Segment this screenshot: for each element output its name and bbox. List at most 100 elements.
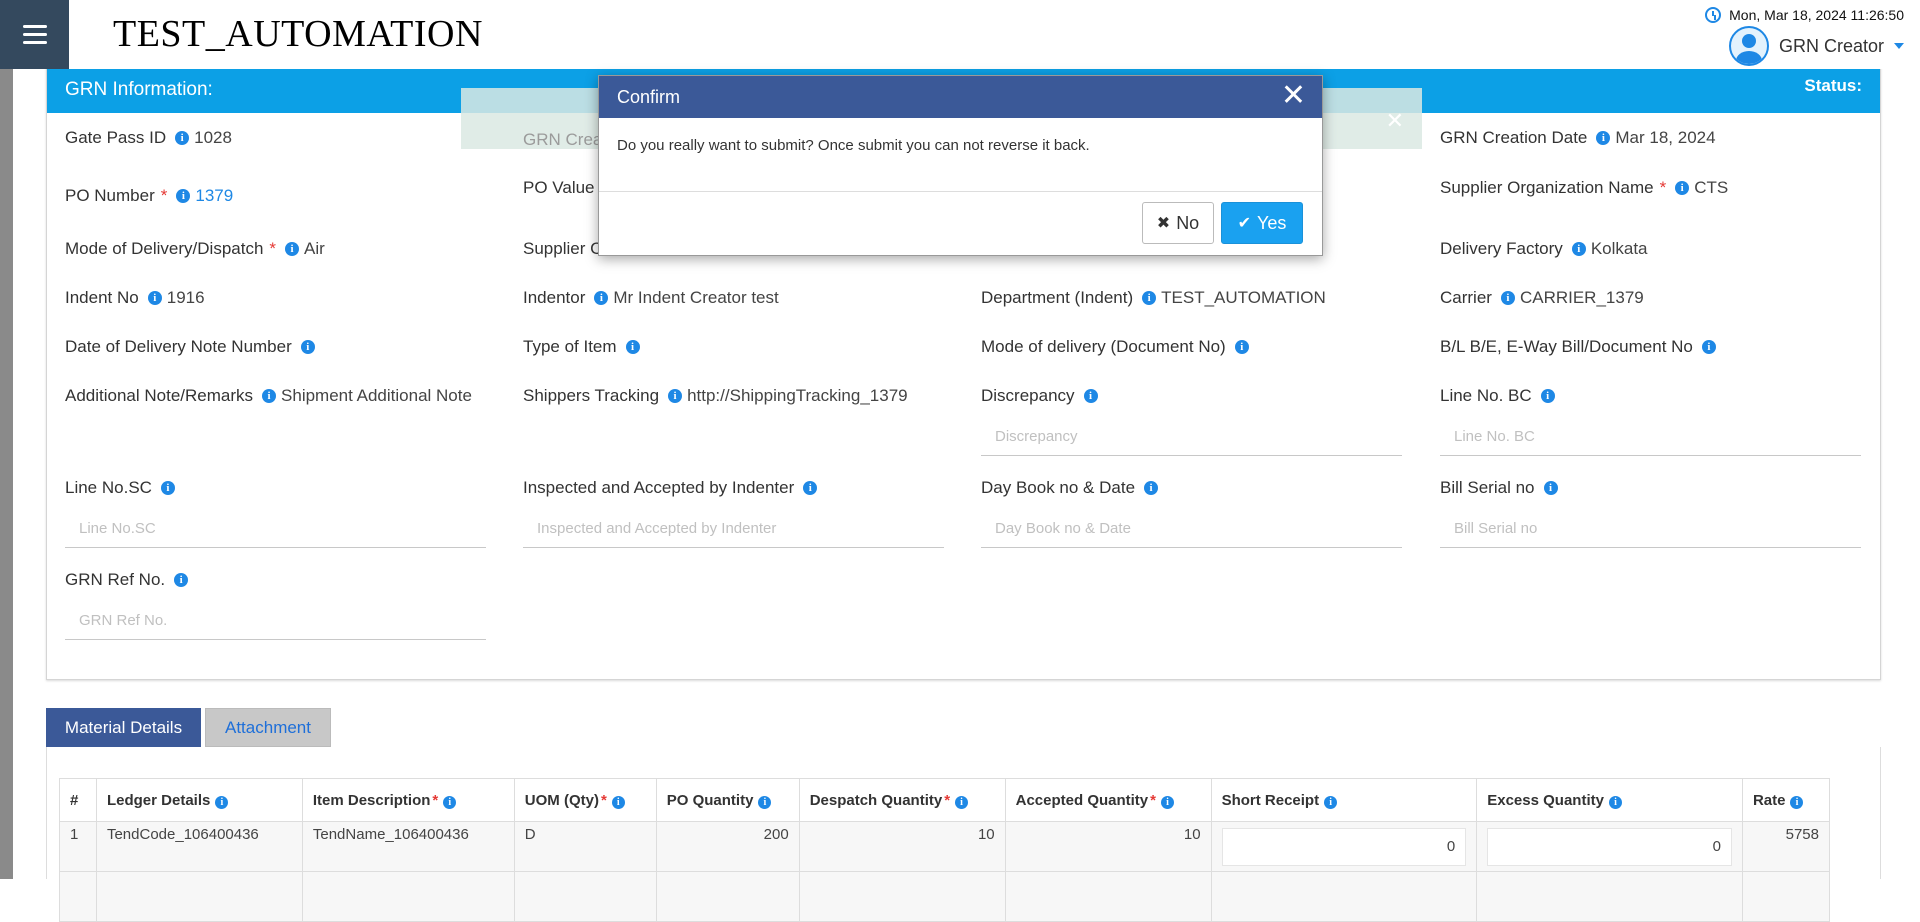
discrepancy-input[interactable]: Discrepancy bbox=[981, 420, 1402, 456]
user-menu[interactable]: GRN Creator bbox=[1728, 26, 1904, 66]
info-icon[interactable]: i bbox=[594, 291, 609, 305]
grn-ref-input[interactable]: GRN Ref No. bbox=[65, 604, 486, 640]
info-icon[interactable]: i bbox=[215, 795, 229, 809]
app-title: TEST_AUTOMATION bbox=[113, 13, 483, 55]
check-icon: ✔ bbox=[1237, 215, 1252, 232]
po-value-field: PO Value bbox=[523, 178, 595, 197]
info-icon[interactable]: i bbox=[758, 795, 772, 809]
close-icon[interactable]: ✕ bbox=[1281, 81, 1306, 111]
tab-attachment[interactable]: Attachment bbox=[205, 708, 331, 747]
cell-uom: D bbox=[513, 821, 657, 872]
info-icon[interactable]: i bbox=[1324, 795, 1338, 809]
line-bc-label: Line No. BC i bbox=[1440, 386, 1560, 406]
required-asterisk: * bbox=[160, 186, 168, 205]
info-icon[interactable]: i bbox=[1701, 340, 1716, 354]
excess-quantity-input[interactable]: 0 bbox=[1487, 828, 1732, 866]
info-icon[interactable]: i bbox=[176, 189, 191, 203]
line-bc-input[interactable]: Line No. BC bbox=[1440, 420, 1861, 456]
info-icon[interactable]: i bbox=[611, 795, 625, 809]
cell-ledger: TendCode_106400436 bbox=[95, 821, 303, 872]
additional-note-field: Additional Note/Remarks i Shipment Addit… bbox=[65, 386, 472, 405]
bill-serial-input[interactable]: Bill Serial no bbox=[1440, 512, 1861, 548]
info-icon[interactable]: i bbox=[668, 389, 683, 403]
cell-accepted: 10 bbox=[1004, 821, 1212, 872]
info-icon[interactable]: i bbox=[1608, 795, 1622, 809]
info-icon[interactable]: i bbox=[1500, 291, 1515, 305]
dialog-header: Confirm ✕ bbox=[599, 76, 1322, 118]
info-icon[interactable]: i bbox=[1675, 181, 1690, 195]
mode-delivery-field: Mode of Delivery/Dispatch * i Air bbox=[65, 239, 325, 258]
info-icon[interactable]: i bbox=[300, 340, 315, 354]
info-icon[interactable]: i bbox=[1540, 389, 1555, 403]
info-icon[interactable]: i bbox=[1142, 291, 1157, 305]
info-icon[interactable]: i bbox=[147, 291, 162, 305]
cell-item: TendName_106400436 bbox=[301, 821, 515, 872]
table-header-row: # Ledger Details i Item Description * i UOM… bbox=[59, 778, 1831, 822]
confirm-dialog: Confirm ✕ Do you really want to submit? … bbox=[598, 75, 1323, 256]
shippers-tracking-field: Shippers Tracking i http://ShippingTrack… bbox=[523, 386, 908, 405]
info-icon[interactable]: i bbox=[625, 340, 640, 354]
col-header: Excess Quantity i bbox=[1476, 778, 1743, 822]
required-asterisk: * bbox=[269, 239, 277, 258]
required-asterisk: * bbox=[1659, 178, 1667, 197]
supplier-c-field: Supplier C bbox=[523, 239, 603, 258]
info-icon[interactable]: i bbox=[1144, 481, 1159, 495]
dialog-message: Do you really want to submit? Once submi… bbox=[599, 118, 1322, 192]
col-header: Rate i bbox=[1741, 778, 1831, 822]
short-receipt-input[interactable]: 0 bbox=[1221, 828, 1467, 866]
gate-pass-field: Gate Pass ID i 1028 bbox=[65, 128, 232, 147]
left-gutter bbox=[0, 69, 13, 879]
tab-material-details[interactable]: Material Details bbox=[46, 708, 201, 747]
col-header: Item Description * i bbox=[301, 778, 515, 822]
info-icon[interactable]: i bbox=[1234, 340, 1249, 354]
avatar bbox=[1728, 26, 1769, 66]
material-table: # Ledger Details i Item Description * i UOM… bbox=[59, 778, 1831, 922]
info-icon[interactable]: i bbox=[803, 481, 818, 495]
datetime-display: Mon, Mar 18, 2024 11:26:50 bbox=[1705, 7, 1904, 23]
no-button[interactable]: ✖ No bbox=[1142, 202, 1214, 244]
col-header: PO Quantity i bbox=[655, 778, 800, 822]
cell-despatch: 10 bbox=[798, 821, 1006, 872]
info-icon[interactable]: i bbox=[1083, 389, 1098, 403]
grn-ref-label: GRN Ref No. i bbox=[65, 570, 193, 590]
line-sc-label: Line No.SC i bbox=[65, 478, 180, 498]
alert-close-icon[interactable]: ✕ bbox=[1386, 108, 1404, 134]
info-icon[interactable]: i bbox=[1543, 481, 1558, 495]
dialog-title: Confirm bbox=[617, 87, 681, 107]
info-icon[interactable]: i bbox=[285, 242, 300, 256]
inspected-input[interactable]: Inspected and Accepted by Indenter bbox=[523, 512, 944, 548]
col-header: Accepted Quantity * i bbox=[1004, 778, 1212, 822]
info-icon[interactable]: i bbox=[174, 573, 189, 587]
info-icon[interactable]: i bbox=[1571, 242, 1586, 256]
info-icon[interactable]: i bbox=[1790, 795, 1804, 809]
table-row bbox=[59, 871, 1831, 922]
carrier-field: Carrier i CARRIER_1379 bbox=[1440, 288, 1644, 307]
info-icon[interactable]: i bbox=[175, 131, 190, 145]
info-icon[interactable]: i bbox=[1596, 131, 1611, 145]
po-number-link[interactable]: 1379 bbox=[195, 186, 233, 206]
inspected-label: Inspected and Accepted by Indenter i bbox=[523, 478, 822, 498]
col-header: Short Receipt i bbox=[1210, 778, 1478, 822]
datetime-text: Mon, Mar 18, 2024 11:26:50 bbox=[1729, 7, 1904, 23]
info-icon[interactable]: i bbox=[160, 481, 175, 495]
caret-down-icon bbox=[1894, 43, 1904, 49]
panel-title: GRN Information: bbox=[65, 79, 213, 100]
x-icon: ✖ bbox=[1156, 215, 1171, 232]
info-icon[interactable]: i bbox=[262, 389, 277, 403]
yes-button[interactable]: ✔ Yes bbox=[1221, 202, 1303, 244]
alert-text: GRN Creat bbox=[523, 130, 608, 149]
mode-doc-field: Mode of delivery (Document No) i bbox=[981, 337, 1254, 357]
day-book-input[interactable]: Day Book no & Date bbox=[981, 512, 1402, 548]
hamburger-menu-icon[interactable] bbox=[0, 0, 69, 69]
info-icon[interactable]: i bbox=[1161, 795, 1174, 809]
col-header: UOM (Qty) * i bbox=[513, 778, 657, 822]
info-icon[interactable]: i bbox=[443, 795, 457, 809]
line-sc-input[interactable]: Line No.SC bbox=[65, 512, 486, 548]
grn-creation-date-field: GRN Creation Date i Mar 18, 2024 bbox=[1440, 128, 1716, 147]
col-header: Ledger Details i bbox=[95, 778, 303, 822]
department-field: Department (Indent) i TEST_AUTOMATION bbox=[981, 288, 1326, 307]
top-bar: TEST_AUTOMATION Mon, Mar 18, 2024 11:26:… bbox=[0, 0, 1920, 69]
info-icon[interactable]: i bbox=[955, 795, 969, 809]
cell-excess: 0 bbox=[1476, 821, 1743, 872]
cell-index: 1 bbox=[59, 821, 97, 872]
